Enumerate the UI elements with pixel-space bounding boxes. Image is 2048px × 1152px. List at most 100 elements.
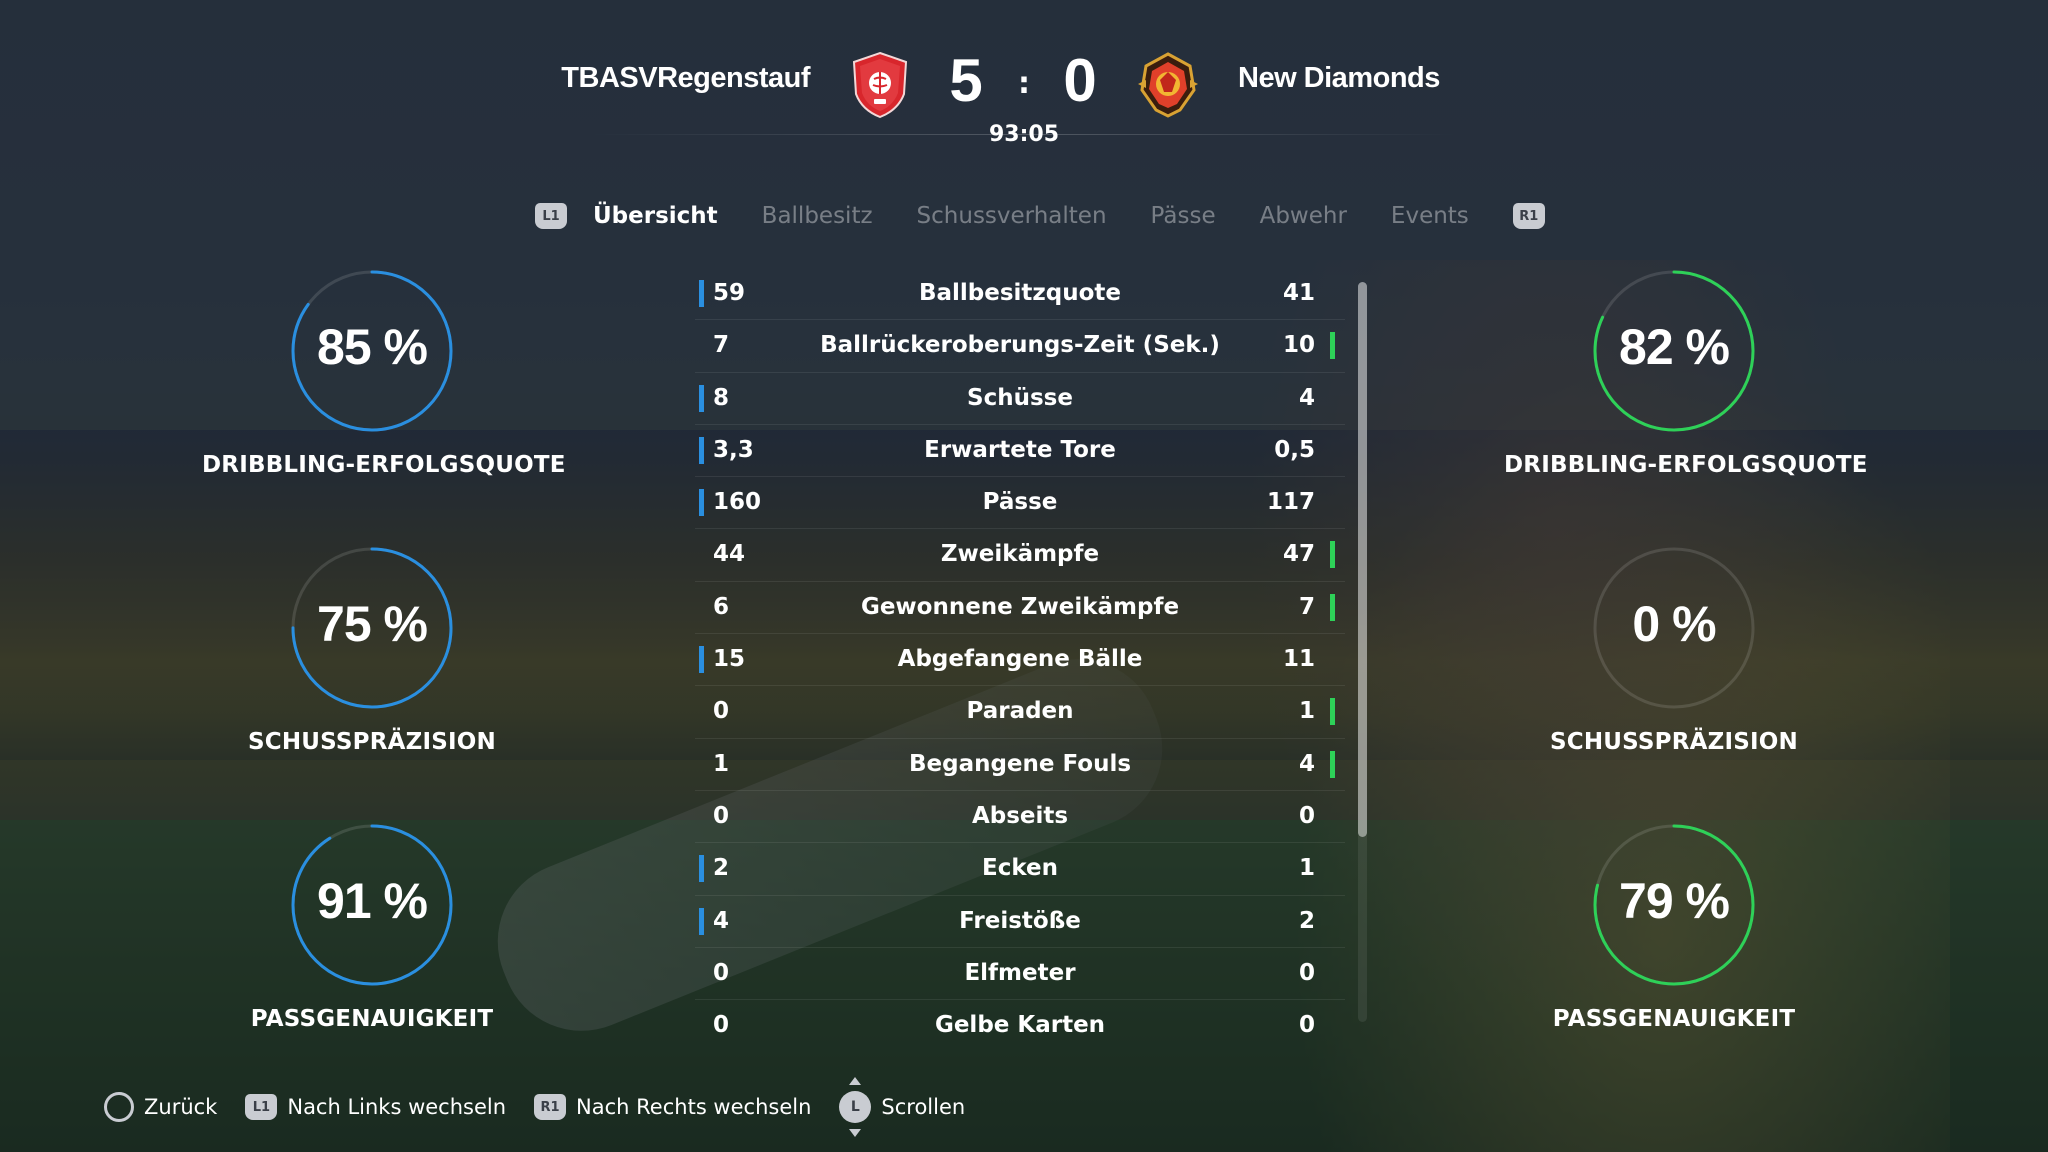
home-team-name: TBASVRegenstauf bbox=[561, 62, 810, 94]
away-pass-accuracy-label: PASSGENAUIGKEIT bbox=[1552, 1006, 1796, 1032]
home-leader-bar bbox=[699, 646, 704, 674]
l1-button-icon: L1 bbox=[245, 1094, 278, 1120]
shield-crest-icon bbox=[852, 51, 908, 119]
stat-row: 0 Gelbe Karten 0 bbox=[695, 1000, 1345, 1052]
tab-defense[interactable]: Abwehr bbox=[1260, 203, 1347, 229]
stat-home-value: 0 bbox=[713, 698, 730, 725]
away-shot-accuracy-label: SCHUSSPRÄZISION bbox=[1550, 729, 1798, 755]
away-dribbling-label: DRIBBLING-ERFOLGSQUOTE bbox=[1504, 452, 1868, 478]
stat-home-value: 6 bbox=[713, 593, 730, 620]
stat-away-value: 10 bbox=[1282, 332, 1315, 359]
stat-home-value: 0 bbox=[713, 959, 730, 986]
stat-name: Ballbesitzquote bbox=[918, 280, 1122, 306]
back-label: Zurück bbox=[144, 1095, 218, 1119]
home-score: 5 bbox=[949, 47, 983, 114]
stat-home-value: 3,3 bbox=[713, 436, 754, 463]
l1-button-icon[interactable]: L1 bbox=[535, 203, 567, 229]
tab-possession[interactable]: Ballbesitz bbox=[762, 203, 873, 229]
back-hint[interactable]: Zurück bbox=[104, 1092, 217, 1122]
stat-row: 160 Pässe 117 bbox=[695, 477, 1345, 530]
stat-away-value: 117 bbox=[1266, 489, 1315, 516]
stat-home-value: 59 bbox=[713, 280, 746, 306]
stat-away-value: 47 bbox=[1282, 541, 1315, 568]
switch-right-hint[interactable]: R1 Nach Rechts wechseln bbox=[534, 1094, 811, 1120]
stat-home-value: 2 bbox=[713, 855, 730, 882]
scroll-label: Scrollen bbox=[881, 1095, 966, 1119]
away-gauge-pass-accuracy: 79 % PASSGENAUIGKEIT bbox=[1504, 820, 1844, 1032]
home-leader-bar bbox=[699, 489, 704, 517]
stats-table[interactable]: 59 Ballbesitzquote 41 7 Ballrückeroberungs-… bbox=[695, 268, 1345, 1052]
home-shot-accuracy-value: 75 % bbox=[317, 596, 428, 652]
stat-row: 3,3 Erwartete Tore 0,5 bbox=[695, 425, 1345, 478]
stat-home-value: 160 bbox=[713, 489, 762, 516]
stat-name: Abseits bbox=[971, 802, 1069, 829]
stat-away-value: 0 bbox=[1298, 1012, 1315, 1039]
switch-right-label: Nach Rechts wechseln bbox=[576, 1095, 812, 1119]
stat-away-value: 41 bbox=[1282, 280, 1315, 306]
gold-crest-icon bbox=[1138, 52, 1198, 118]
tab-overview[interactable]: Übersicht bbox=[593, 203, 718, 229]
left-stick-icon: L bbox=[839, 1077, 872, 1137]
stat-away-value: 7 bbox=[1298, 593, 1315, 620]
stat-away-value: 2 bbox=[1298, 907, 1315, 934]
stat-row: 44 Zweikämpfe 47 bbox=[695, 529, 1345, 582]
tab-events[interactable]: Events bbox=[1391, 203, 1469, 229]
away-dribbling-value: 82 % bbox=[1619, 319, 1730, 375]
away-pass-accuracy-value: 79 % bbox=[1619, 873, 1730, 929]
stats-scrollbar[interactable] bbox=[1358, 282, 1367, 1022]
home-leader-bar bbox=[699, 855, 704, 883]
switch-left-label: Nach Links wechseln bbox=[287, 1095, 507, 1119]
switch-left-hint[interactable]: L1 Nach Links wechseln bbox=[245, 1094, 506, 1120]
r1-button-icon: R1 bbox=[534, 1094, 567, 1120]
home-pass-accuracy-value: 91 % bbox=[317, 873, 428, 929]
stat-home-value: 7 bbox=[713, 332, 730, 359]
stat-row: 7 Ballrückeroberungs-Zeit (Sek.) 10 bbox=[695, 320, 1345, 373]
stat-home-value: 4 bbox=[713, 907, 730, 934]
stat-row: 6 Gewonnene Zweikämpfe 7 bbox=[695, 582, 1345, 635]
stat-home-value: 8 bbox=[713, 384, 730, 411]
stat-row: 4 Freistöße 2 bbox=[695, 896, 1345, 948]
stat-name: Schüsse bbox=[967, 384, 1073, 411]
stat-name: Gewonnene Zweikämpfe bbox=[860, 593, 1180, 620]
score-separator: : bbox=[1018, 66, 1030, 101]
home-pass-accuracy-label: PASSGENAUIGKEIT bbox=[250, 1006, 494, 1032]
stat-away-value: 0 bbox=[1298, 802, 1315, 829]
match-clock: 93:05 bbox=[988, 122, 1060, 147]
stat-row: 2 Ecken 1 bbox=[695, 843, 1345, 896]
away-leader-bar bbox=[1330, 593, 1335, 621]
away-shot-accuracy-value: 0 % bbox=[1632, 596, 1716, 652]
away-team-name: New Diamonds bbox=[1238, 62, 1440, 94]
stat-name: Paraden bbox=[966, 698, 1074, 725]
tab-passes[interactable]: Pässe bbox=[1151, 203, 1216, 229]
home-gauge-dribbling: 85 % DRIBBLING-ERFOLGSQUOTE bbox=[202, 266, 566, 478]
away-leader-bar bbox=[1330, 750, 1335, 778]
controller-hints: Zurück L1 Nach Links wechseln R1 Nach Re… bbox=[104, 1077, 993, 1137]
stat-name: Abgefangene Bälle bbox=[897, 646, 1143, 673]
stats-scrollbar-thumb[interactable] bbox=[1358, 282, 1367, 837]
tab-shooting[interactable]: Schussverhalten bbox=[917, 203, 1107, 229]
stat-row: 0 Elfmeter 0 bbox=[695, 948, 1345, 1001]
away-leader-bar bbox=[1330, 541, 1335, 569]
scroll-hint[interactable]: L Scrollen bbox=[839, 1077, 966, 1137]
stat-home-value: 0 bbox=[713, 1012, 730, 1039]
stat-name: Ecken bbox=[982, 855, 1058, 882]
stat-name: Gelbe Karten bbox=[934, 1012, 1106, 1039]
stat-name: Begangene Fouls bbox=[908, 750, 1132, 777]
stat-row: 0 Abseits 0 bbox=[695, 791, 1345, 844]
stat-name: Zweikämpfe bbox=[940, 541, 1100, 568]
stat-name: Erwartete Tore bbox=[924, 436, 1116, 463]
home-leader-bar bbox=[699, 907, 704, 935]
stats-tab-bar: L1 Übersicht Ballbesitz Schussverhalten … bbox=[535, 196, 1545, 236]
stat-away-value: 1 bbox=[1298, 855, 1315, 882]
stat-name: Pässe bbox=[982, 489, 1058, 516]
stat-row: 59 Ballbesitzquote 41 bbox=[695, 268, 1345, 321]
home-gauge-shot-accuracy: 75 % SCHUSSPRÄZISION bbox=[202, 543, 542, 755]
home-shot-accuracy-label: SCHUSSPRÄZISION bbox=[248, 729, 496, 755]
home-leader-bar bbox=[699, 436, 704, 464]
r1-button-icon[interactable]: R1 bbox=[1512, 203, 1545, 229]
stat-name: Freistöße bbox=[959, 907, 1081, 934]
stat-name: Elfmeter bbox=[964, 959, 1076, 986]
home-dribbling-label: DRIBBLING-ERFOLGSQUOTE bbox=[202, 452, 566, 478]
stat-home-value: 44 bbox=[713, 541, 746, 568]
home-gauge-pass-accuracy: 91 % PASSGENAUIGKEIT bbox=[202, 820, 542, 1032]
